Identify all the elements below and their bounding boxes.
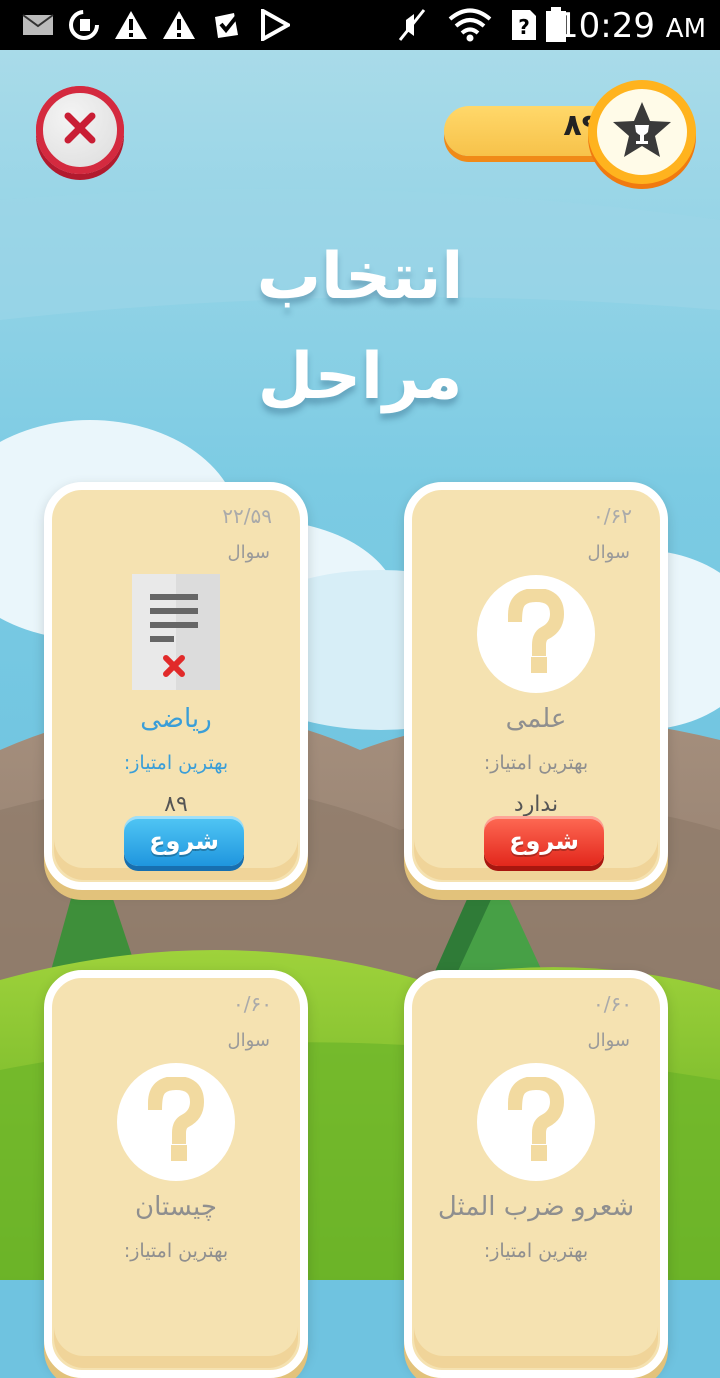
- level-name: ریاضی: [140, 704, 212, 734]
- question-count: ۰/۶۰: [233, 992, 272, 1016]
- document-icon: [130, 572, 222, 696]
- svg-text:?: ?: [518, 15, 530, 39]
- level-name: شعرو ضرب المثل: [437, 1192, 635, 1222]
- warning-icon: [162, 9, 196, 41]
- best-score-value: ۸۹: [164, 792, 188, 817]
- question-label: سوال: [587, 1030, 630, 1051]
- level-card-elmi[interactable]: ۰/۶۲ سوال علمی بهترین امتیاز: ندارد شروع: [404, 482, 668, 890]
- level-card-sher[interactable]: ۰/۶۰ سوال شعرو ضرب المثل بهترین امتیاز:: [404, 970, 668, 1378]
- question-icon: [117, 1063, 235, 1181]
- unknown-sim-icon: ?: [510, 9, 538, 41]
- clock: 10:29 AM: [556, 6, 706, 46]
- level-name: چیستان: [135, 1192, 217, 1222]
- question-icon: [477, 575, 595, 693]
- question-count: ۰/۶۰: [593, 992, 632, 1016]
- wifi-icon: [448, 8, 492, 42]
- best-score-label: بهترین امتیاز:: [123, 752, 229, 774]
- level-name: علمی: [505, 704, 567, 734]
- level-card-riazi[interactable]: ۲۲/۵۹ سوال ریاضی بهترین امتیاز: ۸۹ شروع: [44, 482, 308, 890]
- best-score-label: بهترین امتیاز:: [123, 1240, 229, 1262]
- warning-icon: [114, 9, 148, 41]
- play-store-icon: [260, 9, 290, 41]
- question-count: ۰/۶۲: [593, 504, 632, 528]
- question-label: سوال: [227, 542, 270, 563]
- page-title-line1: انتخاب: [256, 240, 464, 314]
- question-count: ۲۲/۵۹: [222, 504, 272, 528]
- trophy-badge[interactable]: [588, 80, 696, 184]
- question-label: سوال: [587, 542, 630, 563]
- start-button-riazi[interactable]: شروع: [124, 816, 244, 866]
- best-score-label: بهترین امتیاز:: [483, 752, 589, 774]
- mail-icon: [22, 9, 54, 41]
- question-label: سوال: [227, 1030, 270, 1051]
- sync-icon: [66, 9, 102, 41]
- checkbox-icon: [212, 9, 244, 41]
- best-score-label: بهترین امتیاز:: [483, 1240, 589, 1262]
- trophy-star-icon: [610, 99, 674, 165]
- level-card-chistan[interactable]: ۰/۶۰ سوال چیستان بهترین امتیاز:: [44, 970, 308, 1378]
- best-score-value: ندارد: [513, 792, 559, 817]
- question-icon: [477, 1063, 595, 1181]
- mute-icon: [396, 9, 428, 41]
- close-button[interactable]: [36, 86, 124, 174]
- status-bar: ? 10:29 AM: [0, 0, 720, 50]
- start-button-elmi[interactable]: شروع: [484, 816, 604, 866]
- page-title-line2: مراحل: [257, 340, 463, 414]
